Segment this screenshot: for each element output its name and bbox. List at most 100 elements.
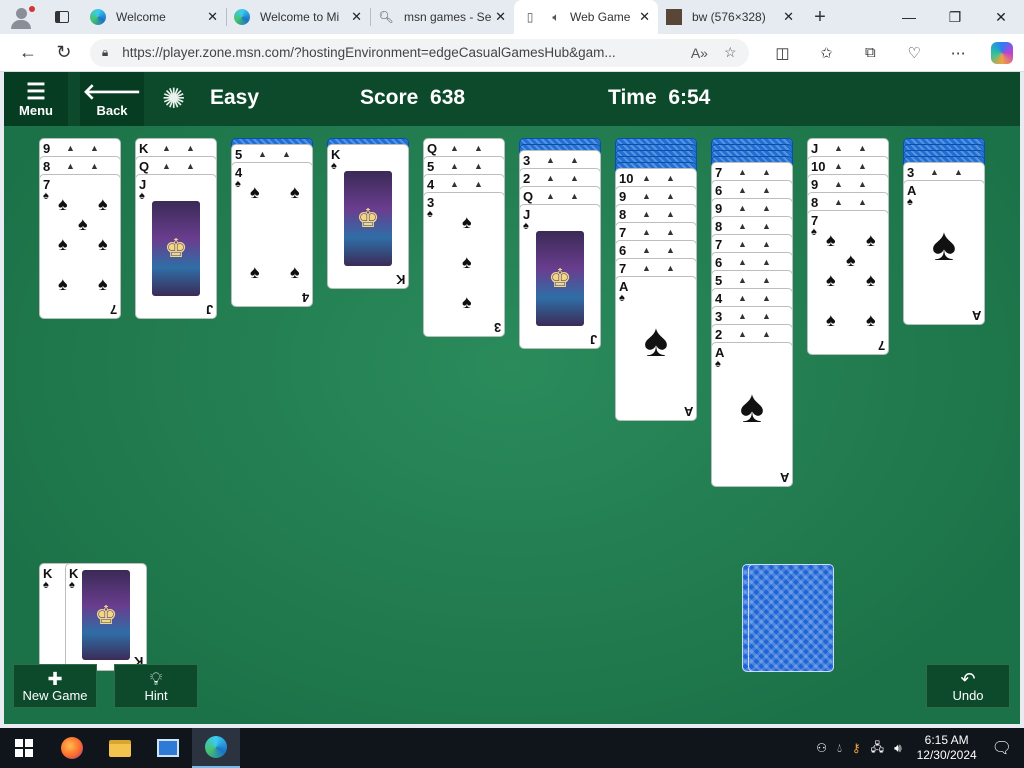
edge-taskbar-icon[interactable] (192, 728, 240, 768)
card-rank-corner-bottom: A (683, 404, 693, 419)
close-icon[interactable]: ✕ (783, 9, 794, 25)
restore-button[interactable]: ❐ (932, 0, 978, 34)
playing-card[interactable]: 7 ♠ ♠ ♠ ♠ ♠ ♠ ♠ ♠ 7 (39, 174, 121, 319)
card-rank-corner-bottom: J (205, 302, 213, 317)
lock-icon[interactable]: 🔒︎ (102, 45, 108, 60)
close-icon[interactable]: ✕ (639, 9, 650, 25)
windows-logo-icon (15, 739, 33, 757)
volume-icon[interactable]: 🔊︎ (894, 741, 902, 756)
spade-pip-icon: ♠ (290, 262, 300, 282)
windows-taskbar: ⚇ 💧︎ ⚷ 🖧︎ 🔊︎ 6:15 AM 12/30/2024 🗨︎ (0, 728, 1024, 768)
playing-card[interactable]: 7 ♠ ♠ ♠ ♠ ♠ ♠ ♠ ♠ 7 (807, 210, 889, 355)
system-tray: ⚇ 💧︎ ⚷ 🖧︎ 🔊︎ 6:15 AM 12/30/2024 🗨︎ (811, 733, 1024, 763)
close-window-button[interactable]: ✕ (978, 0, 1024, 34)
back-label: Back (96, 102, 128, 118)
tab-msn-games-search[interactable]: 🔍︎ msn games - Se ✕ (370, 0, 514, 34)
spade-pip-icon: ▲ (738, 275, 747, 285)
file-explorer-icon[interactable] (96, 728, 144, 768)
spade-pip-icon: ▲ (762, 311, 771, 321)
spade-pip-icon: ▲ (546, 173, 555, 183)
spade-pip-icon: ▲ (762, 221, 771, 231)
spade-center-icon: ♠ (643, 314, 669, 366)
network-icon[interactable]: 🖧︎ (871, 738, 884, 759)
new-tab-button[interactable]: + (802, 0, 838, 34)
collections-icon[interactable]: ⧉ (848, 44, 892, 61)
news-app-icon[interactable] (144, 728, 192, 768)
spade-pip-icon: ▲ (666, 245, 675, 255)
refresh-icon[interactable]: ↻ (46, 37, 82, 69)
close-icon[interactable]: ✕ (207, 9, 218, 25)
more-options-icon[interactable]: ⋯ (936, 44, 980, 62)
spade-pip-icon: ▲ (762, 293, 771, 303)
read-aloud-icon[interactable]: A» (691, 45, 708, 61)
spade-pip-icon: ▲ (762, 275, 771, 285)
spade-pip-icon: ♠ (462, 292, 472, 312)
speaker-icon[interactable]: 🔈︎ (548, 9, 564, 25)
playing-card[interactable]: K ♠ ♚ K (327, 144, 409, 289)
spade-pip-icon: ▲ (450, 161, 459, 171)
browser-essentials-icon[interactable]: ♡ (892, 44, 936, 62)
address-bar[interactable]: 🔒︎ https://player.zone.msn.com/?hostingE… (89, 38, 749, 67)
card-rank-corner-bottom: 7 (109, 302, 117, 317)
card-rank-corner: A ♠ (715, 345, 724, 370)
playing-card[interactable]: A ♠ ♠ A (615, 276, 697, 421)
spade-pip-icon: ▲ (186, 161, 195, 171)
spade-pip-icon: ♠ (58, 194, 68, 214)
favorites-icon[interactable]: ✩ (804, 44, 848, 62)
playing-card[interactable]: A ♠ ♠ A (903, 180, 985, 325)
playing-card[interactable]: A ♠ ♠ A (711, 342, 793, 487)
spade-pip-icon: ▲ (834, 197, 843, 207)
close-icon[interactable]: ✕ (351, 9, 362, 25)
tab-web-game[interactable]: ▯ 🔈︎ Web Game ✕ (514, 0, 658, 34)
spade-pip-icon: ♠ (98, 234, 108, 254)
tab-welcome[interactable]: Welcome ✕ (82, 0, 226, 34)
back-arrow-icon[interactable]: ← (10, 37, 46, 69)
tab-welcome-microsoft[interactable]: Welcome to Mi ✕ (226, 0, 370, 34)
window-controls: — ❐ ✕ (886, 0, 1024, 34)
new-game-label: New Game (22, 687, 88, 703)
browser-tab-bar: Welcome ✕ Welcome to Mi ✕ 🔍︎ msn games - Se… (0, 0, 1024, 34)
water-drop-icon[interactable]: 💧︎ (837, 741, 842, 756)
back-button[interactable]: 🡐 Back (80, 72, 144, 126)
profile-avatar-icon[interactable] (0, 0, 42, 34)
clock[interactable]: 6:15 AM 12/30/2024 (917, 733, 977, 763)
split-screen-icon[interactable]: ◫ (761, 44, 805, 62)
edge-icon (90, 9, 106, 25)
card-rank-corner: K♠ (331, 147, 340, 172)
close-icon[interactable]: ✕ (495, 9, 506, 25)
playing-card[interactable]: 3 ♠ ♠ ♠ ♠ 3 (423, 192, 505, 337)
clock-date: 12/30/2024 (916, 748, 977, 762)
key-icon[interactable]: ⚷ (852, 741, 861, 755)
stock-card[interactable] (748, 564, 834, 672)
new-game-button[interactable]: ✚ New Game (13, 664, 97, 708)
spade-pip-icon: ▲ (954, 167, 963, 177)
tab-image[interactable]: bw (576×328) ✕ (658, 0, 802, 34)
menu-button[interactable]: ☰ Menu (4, 72, 68, 126)
hint-label: Hint (144, 687, 168, 703)
menu-label: Menu (19, 102, 53, 118)
minimize-button[interactable]: — (886, 0, 932, 34)
card-rank-corner: 7♠ (811, 213, 818, 238)
card-rank-corner: A ♠ (907, 183, 916, 208)
people-icon[interactable]: ⚇ (816, 741, 827, 755)
copilot-icon[interactable] (980, 41, 1024, 64)
firefox-icon[interactable] (48, 728, 96, 768)
start-button[interactable] (0, 728, 48, 768)
solitaire-game-area: ☰ Menu 🡐 Back ✺ Easy Score 638 Time 6:54 9… (4, 72, 1020, 724)
spade-pip-icon: ♠ (58, 234, 68, 254)
spade-pip-icon: ▲ (738, 257, 747, 267)
spade-pip-icon: ▲ (90, 143, 99, 153)
spade-pip-icon: ▲ (474, 143, 483, 153)
face-card-art: ♚ (536, 231, 584, 326)
tab-actions-icon[interactable] (42, 0, 82, 34)
playing-card[interactable]: J ♠ ♚ J (519, 204, 601, 349)
playing-card[interactable]: 4 ♠ ♠ ♠ ♠ ♠ 4 (231, 162, 313, 307)
spade-pip-icon: ▲ (66, 161, 75, 171)
card-rank-corner-bottom: A (779, 470, 789, 485)
playing-card[interactable]: J ♠ ♚ J (135, 174, 217, 319)
undo-button[interactable]: ↶ Undo (926, 664, 1010, 708)
spade-suit-icon: ♠ (427, 208, 433, 220)
notifications-icon[interactable]: 🗨︎ (992, 738, 1012, 758)
favorite-star-icon[interactable]: ☆ (724, 44, 737, 61)
hint-button[interactable]: 💡︎ Hint (114, 664, 198, 708)
